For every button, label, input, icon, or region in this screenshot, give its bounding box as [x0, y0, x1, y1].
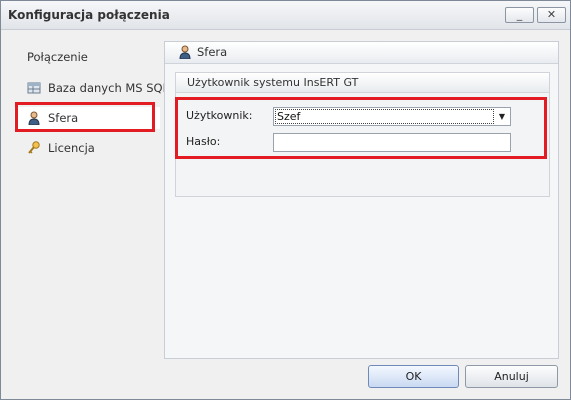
content-title: Sfera [197, 45, 228, 59]
sidebar-header: Połączenie [27, 50, 88, 64]
highlight-sidebar-selection [15, 102, 155, 132]
sidebar-item-licencja[interactable]: Licencja [14, 137, 160, 159]
user-icon [178, 45, 192, 60]
title-bar: Konfiguracja połączenia _ ✕ [1, 1, 570, 30]
database-icon [27, 81, 41, 95]
window-title: Konfiguracja połączenia [8, 8, 170, 22]
sidebar-item-label: Baza danych MS SQL [48, 81, 170, 95]
cancel-button[interactable]: Anuluj [465, 365, 558, 388]
sidebar-item-database[interactable]: Baza danych MS SQL [14, 77, 169, 99]
content-header: Sfera [165, 42, 558, 64]
minimize-button[interactable]: _ [505, 7, 534, 23]
close-button[interactable]: ✕ [537, 7, 566, 23]
ok-button[interactable]: OK [368, 365, 459, 388]
group-header: Użytkownik systemu InsERT GT [176, 73, 549, 93]
highlight-user-fields [175, 97, 547, 159]
group-title: Użytkownik systemu InsERT GT [187, 76, 359, 89]
key-icon [27, 141, 41, 155]
sidebar: Połączenie Baza danych MS SQL Sfera Lice… [11, 41, 169, 357]
dialog-window: Konfiguracja połączenia _ ✕ Połączenie B… [0, 0, 571, 400]
content-panel: Sfera Użytkownik systemu InsERT GT Użytk… [164, 41, 559, 359]
sidebar-item-label: Licencja [48, 141, 95, 155]
